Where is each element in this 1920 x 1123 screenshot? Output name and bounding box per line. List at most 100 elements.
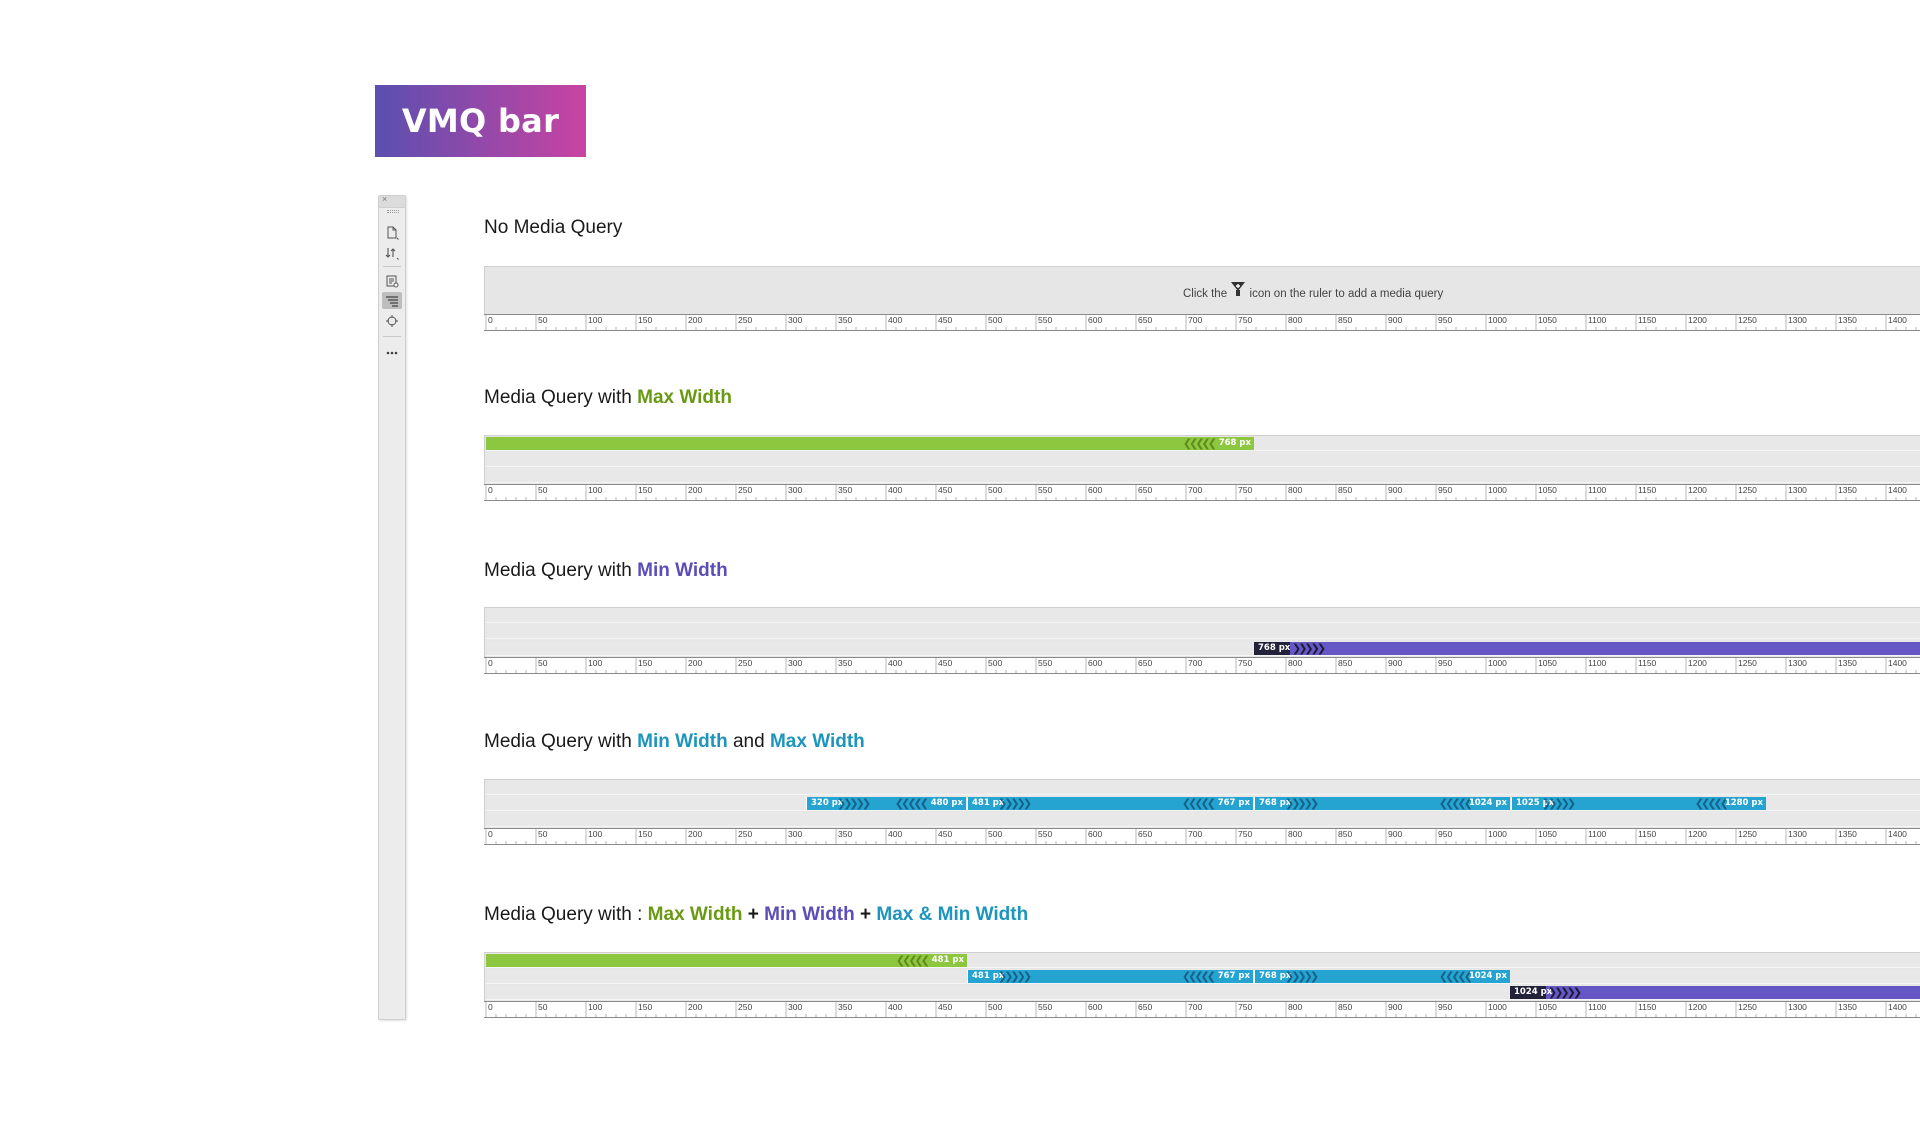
- range-bar[interactable]: 481 px ❯❯❯❯❯ ❮❮❮❮❮ 767 px: [967, 797, 1253, 810]
- vertical-toolbar: ×: [378, 194, 406, 1020]
- ruler-tick-label: 450: [938, 1002, 952, 1012]
- ruler-tick-label: 350: [838, 1002, 852, 1012]
- ruler-tick-label: 400: [888, 658, 902, 668]
- min-width-bar[interactable]: 1024 px ❯❯❯❯❯: [1510, 986, 1920, 999]
- ruler-tick-label: 1350: [1838, 485, 1857, 495]
- ruler[interactable]: 0 50 100 150 200 250 300 350 400 450 500 550 600 650 7…: [484, 657, 1920, 674]
- ruler-tick-label: 500: [988, 315, 1002, 325]
- ruler[interactable]: 0 50 100 150 200 250 300 350 400 450 500 550 600 650 7…: [484, 314, 1920, 331]
- section-heading: Media Query with Max Width: [484, 387, 732, 409]
- heading-highlight-range: Max & Min Width: [876, 904, 1029, 925]
- heading-highlight-min: Min Width: [637, 560, 728, 581]
- heading-text: Media Query with: [484, 387, 638, 408]
- ruler-tick-label: 400: [888, 485, 902, 495]
- more-icon[interactable]: [382, 344, 402, 361]
- range-bar[interactable]: 1025 px ❯❯❯❯❯ ❮❮❮❮❮ 1280 px: [1511, 797, 1766, 810]
- ruler-tick-label: 0: [488, 1002, 493, 1012]
- inspect-icon[interactable]: [382, 272, 402, 289]
- chevrons-right-icon: ❯❯❯❯❯: [998, 797, 1032, 810]
- ruler-tick-label: 0: [488, 658, 493, 668]
- hint-text-before: Click the: [1183, 288, 1228, 300]
- range-bar[interactable]: 320 px ❯❯❯❯❯ ❮❮❮❮❮ 480 px: [806, 797, 966, 810]
- ruler-tick-label: 1150: [1638, 485, 1657, 495]
- ruler-tick-label: 700: [1188, 315, 1202, 325]
- ruler-tick-label: 650: [1138, 485, 1152, 495]
- toolbar-divider: [383, 336, 401, 337]
- ruler-tick-label: 100: [588, 658, 602, 668]
- range-to-label: 767 px: [1217, 798, 1250, 808]
- sort-icon[interactable]: [382, 244, 402, 261]
- ruler[interactable]: 0 50 100 150 200 250 300 350 400 450 500 550 600 650 7…: [484, 828, 1920, 845]
- section-heading: Media Query with Min Width: [484, 560, 728, 582]
- range-bar[interactable]: 481 px ❯❯❯❯❯ ❮❮❮❮❮ 767 px: [967, 970, 1253, 983]
- toolbar-grip[interactable]: [387, 210, 399, 213]
- chevrons-right-icon: ❯❯❯❯❯: [837, 797, 871, 810]
- target-icon[interactable]: [382, 312, 402, 329]
- ruler-tick-label: 1100: [1588, 658, 1607, 668]
- range-bars: 320 px ❯❯❯❯❯ ❮❮❮❮❮ 480 px 481 px ❯❯❯❯❯ ❮❮❮❮❮ 76…: [484, 796, 1920, 811]
- ruler-tick-label: 250: [738, 485, 752, 495]
- ruler-tick-label: 150: [638, 829, 652, 839]
- ruler-tick-label: 1250: [1738, 1002, 1757, 1012]
- max-width-bar[interactable]: ❮❮❮❮❮ 481 px: [486, 954, 967, 967]
- ruler-tick-label: 700: [1188, 658, 1202, 668]
- ruler-tick-label: 1150: [1638, 1002, 1657, 1012]
- hint-text-after: icon on the ruler to add a media query: [1249, 288, 1444, 300]
- section-mixed: Media Query with : Max Width + Min Width…: [484, 902, 1920, 1022]
- range-bar[interactable]: 768 px ❯❯❯❯❯ ❮❮❮❮❮ 1024 px: [1254, 970, 1510, 983]
- ruler-tick-label: 1200: [1688, 315, 1707, 325]
- ruler-tick-label: 50: [538, 485, 548, 495]
- empty-state-hint: Click the icon on the ruler to add a med…: [1183, 281, 1443, 300]
- ruler-tick-label: 1200: [1688, 485, 1707, 495]
- max-width-bar[interactable]: ❮❮❮❮❮ 768 px: [486, 437, 1254, 450]
- ruler-tick-label: 350: [838, 658, 852, 668]
- ruler-tick-label: 150: [638, 1002, 652, 1012]
- ruler-tick-label: 1300: [1788, 1002, 1807, 1012]
- close-icon[interactable]: ×: [382, 194, 387, 204]
- ruler-tick-label: 300: [788, 658, 802, 668]
- ruler[interactable]: 0 50 100 150 200 250 300 350 400 450 500 550 600 650 7…: [484, 1001, 1920, 1018]
- ruler-tick-label: 1200: [1688, 829, 1707, 839]
- ruler-tick-label: 650: [1138, 1002, 1152, 1012]
- vmq-bar-panel[interactable]: Click the icon on the ruler to add a med…: [484, 266, 1920, 314]
- ruler[interactable]: 0 50 100 150 200 250 300 350 400 450 500 550 600 650 7…: [484, 484, 1920, 501]
- ruler-tick-label: 150: [638, 315, 652, 325]
- ruler-tick-label: 1150: [1638, 829, 1657, 839]
- ruler-tick-label: 1000: [1488, 485, 1507, 495]
- ruler-tick-label: 700: [1188, 829, 1202, 839]
- ruler-tick-label: 850: [1338, 315, 1352, 325]
- ruler-tick-label: 850: [1338, 1002, 1352, 1012]
- ruler-tick-label: 100: [588, 829, 602, 839]
- range-to-label: 767 px: [1217, 971, 1250, 981]
- ruler-tick-label: 1150: [1638, 315, 1657, 325]
- ruler-tick-label: 850: [1338, 485, 1352, 495]
- heading-text: Media Query with: [484, 560, 638, 581]
- ruler-tick-label: 750: [1238, 1002, 1252, 1012]
- ruler-tick-label: 1300: [1788, 829, 1807, 839]
- ruler-tick-label: 100: [588, 485, 602, 495]
- ruler-tick-label: 650: [1138, 658, 1152, 668]
- ruler-tick-label: 300: [788, 485, 802, 495]
- new-document-icon[interactable]: [382, 224, 402, 241]
- ruler-tick-label: 750: [1238, 829, 1252, 839]
- chevrons-left-icon: ❮❮❮❮❮: [1181, 970, 1216, 983]
- ruler-tick-label: 900: [1388, 1002, 1402, 1012]
- toolbar-titlebar[interactable]: ×: [379, 194, 405, 208]
- ruler-tick-label: 800: [1288, 658, 1302, 668]
- heading-highlight-min: Min Width: [637, 731, 728, 752]
- section-heading: Media Query with : Max Width + Min Width…: [484, 904, 1028, 926]
- heading-text: Media Query with: [484, 731, 638, 752]
- min-width-bar[interactable]: 768 px ❯❯❯❯❯: [1254, 642, 1920, 655]
- ruler-tick-label: 1050: [1538, 315, 1557, 325]
- ruler-tick-label: 550: [1038, 485, 1052, 495]
- min-width-row: [486, 812, 1920, 827]
- ruler-tick-label: 450: [938, 315, 952, 325]
- visual-media-queries-icon[interactable]: [382, 292, 402, 309]
- ruler-tick-label: 950: [1438, 485, 1452, 495]
- chevrons-left-icon: ❮❮❮❮❮: [894, 797, 929, 810]
- ruler-tick-label: 750: [1238, 658, 1252, 668]
- max-width-row: [486, 608, 1920, 623]
- ruler-tick-label: 650: [1138, 829, 1152, 839]
- range-bar[interactable]: 768 px ❯❯❯❯❯ ❮❮❮❮❮ 1024 px: [1254, 797, 1510, 810]
- ruler-tick-label: 800: [1288, 829, 1302, 839]
